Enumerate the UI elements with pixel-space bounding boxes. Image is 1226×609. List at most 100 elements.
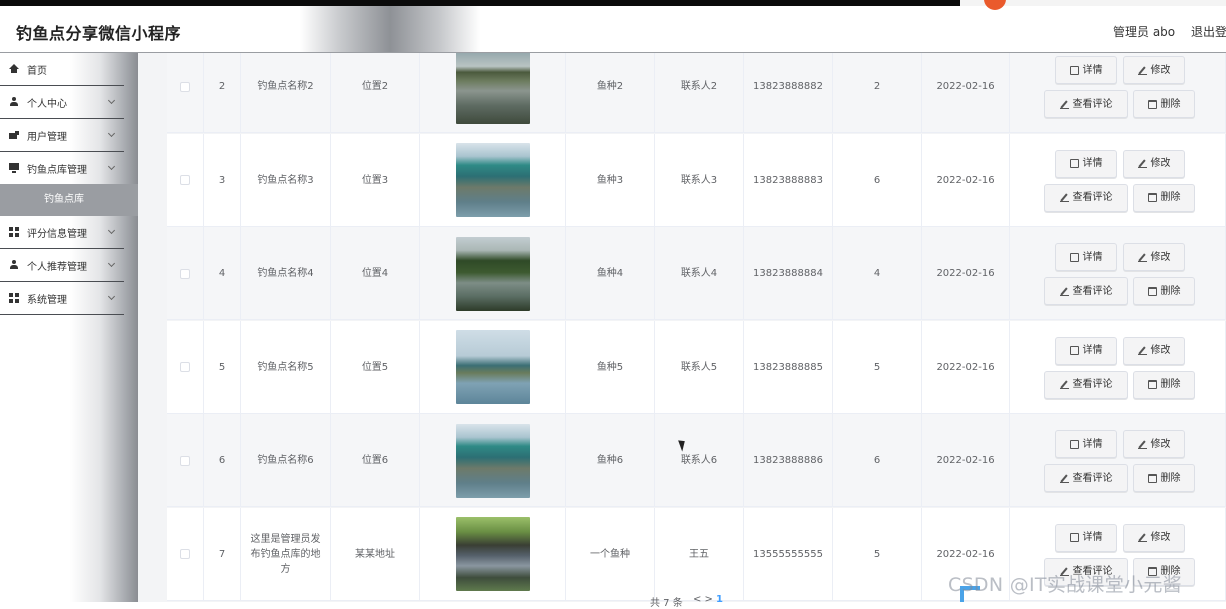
- detail-button[interactable]: 详情: [1055, 56, 1117, 84]
- chevron-down-icon: [107, 292, 116, 301]
- location-cell: 某某地址: [331, 507, 420, 601]
- grid-icon: [9, 293, 19, 303]
- location-cell: 位置6: [331, 414, 420, 507]
- score-cell: 6: [833, 414, 922, 507]
- watermark-text: CSDN @IT实战课堂小元酱: [948, 574, 1182, 596]
- edit-icon: [1059, 380, 1069, 389]
- fishing-spot-thumbnail[interactable]: [455, 423, 530, 498]
- fish-species-cell: 鱼种5: [566, 320, 655, 414]
- view-comments-button[interactable]: 查看评论: [1044, 183, 1128, 212]
- pagination-arrows[interactable]: < >: [693, 594, 713, 605]
- edit-button[interactable]: 修改: [1123, 523, 1185, 552]
- row-checkbox-cell: [167, 53, 204, 133]
- row-checkbox[interactable]: [180, 455, 190, 466]
- view-comments-button[interactable]: 查看评论: [1044, 277, 1128, 305]
- fishing-spot-thumbnail[interactable]: [455, 143, 530, 217]
- sidebar-item-label: 钓鱼点库管理: [27, 164, 87, 176]
- edit-button-label: 修改: [1150, 158, 1171, 169]
- edit-button[interactable]: 修改: [1123, 243, 1185, 271]
- row-checkbox[interactable]: [180, 362, 190, 372]
- view-comments-button[interactable]: 查看评论: [1044, 370, 1128, 399]
- edit-button-label: 修改: [1150, 251, 1171, 263]
- view-comments-button[interactable]: 查看评论: [1044, 464, 1128, 492]
- edit-button[interactable]: 修改: [1123, 336, 1185, 365]
- user-icon: [9, 97, 19, 107]
- actions-cell: 详情 修改查看评论 删除: [1010, 414, 1226, 507]
- view-comments-button[interactable]: 查看评论: [1044, 90, 1128, 118]
- trash-icon: [1147, 193, 1157, 202]
- location-cell: 位置2: [331, 53, 420, 133]
- sidebar-item-home[interactable]: 首页: [0, 53, 124, 86]
- sidebar-item-label: 评分信息管理: [27, 228, 87, 240]
- sidebar-item-user-management[interactable]: 用户管理: [0, 119, 124, 152]
- document-icon: [1069, 346, 1079, 355]
- brand-logo-icon: [984, 0, 1006, 10]
- edit-button-label: 修改: [1150, 345, 1171, 356]
- edit-icon: [1059, 287, 1069, 296]
- fishing-spot-thumbnail[interactable]: [455, 53, 530, 124]
- sidebar-item-fishing-spot-management[interactable]: 钓鱼点库管理: [0, 152, 124, 185]
- delete-button[interactable]: 删除: [1133, 277, 1195, 305]
- fish-species-cell: 鱼种3: [566, 133, 655, 227]
- view-comments-button-label: 查看评论: [1072, 98, 1113, 110]
- admin-user-label[interactable]: 管理员 abo: [1113, 23, 1175, 40]
- image-cell: [420, 133, 566, 227]
- edit-icon: [1137, 253, 1147, 262]
- edit-icon: [1137, 66, 1147, 75]
- delete-button-label: 删除: [1160, 472, 1181, 484]
- index-cell: 5: [204, 320, 241, 414]
- edit-button[interactable]: 修改: [1123, 430, 1185, 458]
- delete-button[interactable]: 删除: [1133, 90, 1195, 118]
- detail-button[interactable]: 详情: [1055, 149, 1117, 178]
- app-title: 钓鱼点分享微信小程序: [16, 24, 182, 43]
- sidebar-item-label: 个人中心: [27, 98, 67, 110]
- sidebar-item-personal-center[interactable]: 个人中心: [0, 86, 124, 119]
- delete-button[interactable]: 删除: [1133, 464, 1195, 492]
- score-cell: 5: [833, 507, 922, 601]
- view-comments-button-label: 查看评论: [1072, 379, 1113, 390]
- row-checkbox[interactable]: [180, 81, 190, 92]
- edit-icon: [1137, 159, 1147, 168]
- delete-button-label: 删除: [1160, 285, 1181, 297]
- score-cell: 5: [833, 320, 922, 414]
- score-cell: 6: [833, 133, 922, 227]
- phone-cell: 13823888884: [744, 227, 833, 320]
- sidebar-item-recommendation-management[interactable]: 个人推荐管理: [0, 249, 124, 282]
- sidebar-subitem-fishing-spot-library[interactable]: 钓鱼点库: [0, 184, 138, 216]
- contact-cell: 联系人4: [655, 227, 744, 320]
- grid-icon: [9, 227, 19, 237]
- document-icon: [1069, 159, 1079, 168]
- image-cell: [420, 507, 566, 601]
- detail-button[interactable]: 详情: [1055, 523, 1117, 552]
- row-checkbox[interactable]: [180, 268, 190, 279]
- image-cell: [420, 414, 566, 507]
- detail-button[interactable]: 详情: [1055, 243, 1117, 271]
- fishing-spot-thumbnail[interactable]: [455, 236, 530, 311]
- delete-button[interactable]: 删除: [1133, 370, 1195, 399]
- detail-button[interactable]: 详情: [1055, 336, 1117, 365]
- location-cell: 位置3: [331, 133, 420, 227]
- edit-icon: [1137, 346, 1147, 355]
- sidebar-item-rating-management[interactable]: 评分信息管理: [0, 216, 124, 249]
- actions-cell: 详情 修改查看评论 删除: [1010, 320, 1226, 414]
- delete-button[interactable]: 删除: [1133, 183, 1195, 212]
- chevron-down-icon: [107, 259, 116, 268]
- view-comments-button-label: 查看评论: [1072, 192, 1113, 203]
- row-checkbox[interactable]: [180, 175, 190, 185]
- index-cell: 7: [204, 507, 241, 601]
- edit-icon: [1059, 474, 1069, 483]
- detail-button-label: 详情: [1082, 438, 1103, 450]
- row-checkbox[interactable]: [180, 549, 190, 559]
- logout-link[interactable]: 退出登: [1191, 23, 1226, 40]
- detail-button[interactable]: 详情: [1055, 430, 1117, 458]
- fishing-spot-thumbnail[interactable]: [455, 517, 530, 591]
- trash-icon: [1147, 473, 1157, 483]
- sidebar-item-system-management[interactable]: 系统管理: [0, 282, 124, 315]
- spot-name-cell: 钓鱼点名称2: [241, 53, 331, 133]
- chevron-down-icon: [107, 162, 116, 171]
- edit-button[interactable]: 修改: [1123, 149, 1185, 178]
- pagination-current-page[interactable]: 1: [716, 594, 723, 605]
- edit-button[interactable]: 修改: [1123, 56, 1185, 84]
- image-cell: [420, 53, 566, 133]
- fishing-spot-thumbnail[interactable]: [455, 330, 530, 404]
